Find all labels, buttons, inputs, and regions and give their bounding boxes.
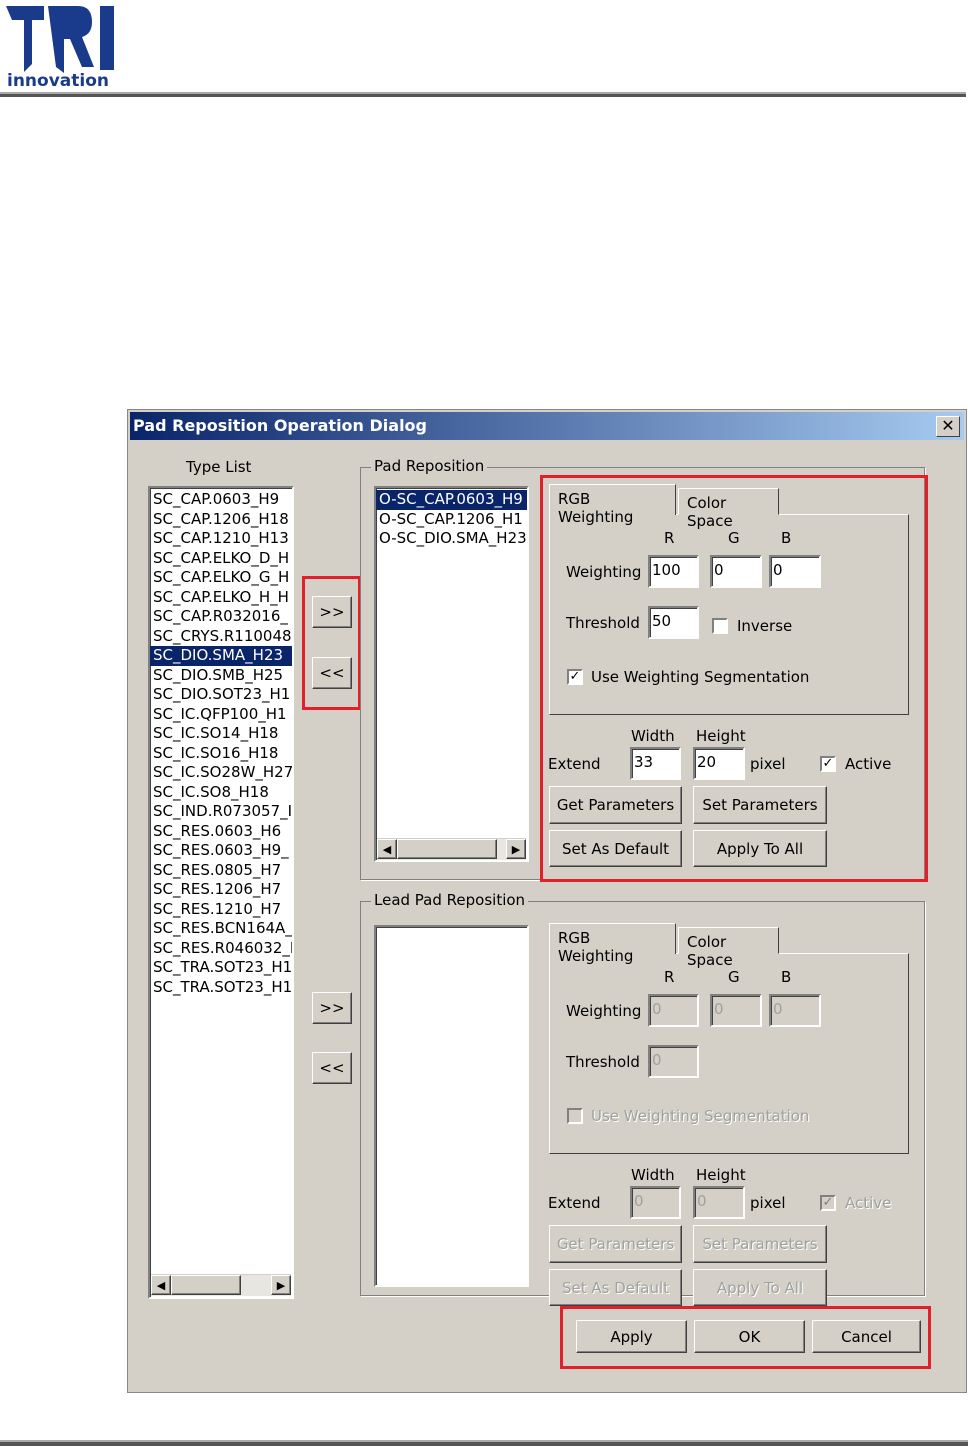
type-list-label: Type List xyxy=(186,458,252,476)
remove-lead-button[interactable]: << xyxy=(312,1052,352,1084)
tri-logo: innovation xyxy=(6,6,114,90)
pad-tab-rgb-weighting[interactable]: RGB Weighting xyxy=(549,484,676,526)
type-list-item[interactable]: SC_DIO.SOT23_H1 xyxy=(150,685,292,705)
type-list-hscrollbar[interactable]: ◀ ▶ xyxy=(151,1274,291,1296)
lead-use-weighting-segmentation-checkbox xyxy=(567,1108,583,1124)
lead-threshold-input: 0 xyxy=(648,1045,699,1078)
lead-extend-width-input: 0 xyxy=(630,1186,681,1219)
lead-set-parameters-button: Set Parameters xyxy=(693,1225,827,1263)
lead-tab-color-space[interactable]: Color Space xyxy=(678,927,779,969)
lead-width-label: Width xyxy=(631,1166,675,1184)
ok-button[interactable]: OK xyxy=(694,1320,805,1353)
pad-list[interactable]: O-SC_CAP.0603_H9 O-SC_CAP.1206_H1 O-SC_DIO… xyxy=(374,486,529,862)
scroll-left-icon[interactable]: ◀ xyxy=(151,1275,171,1295)
type-list-item[interactable]: SC_CAP.ELKO_G_H xyxy=(150,568,292,588)
lead-weight-b-input: 0 xyxy=(769,994,821,1027)
scroll-track[interactable] xyxy=(497,839,506,860)
scroll-right-icon[interactable]: ▶ xyxy=(271,1275,291,1295)
apply-button[interactable]: Apply xyxy=(576,1320,687,1353)
type-list-item[interactable]: SC_CAP.R032016_ xyxy=(150,607,292,627)
lead-weight-r-input: 0 xyxy=(648,994,699,1027)
type-list[interactable]: SC_CAP.0603_H9 SC_CAP.1206_H18 SC_CAP.1210… xyxy=(148,486,294,1299)
lead-threshold-label: Threshold xyxy=(566,1053,640,1071)
svg-text:innovation: innovation xyxy=(7,71,109,90)
type-list-item[interactable]: SC_RES.BCN164A_ xyxy=(150,919,292,939)
scroll-left-icon[interactable]: ◀ xyxy=(377,839,397,859)
lead-tab-rgb-weighting[interactable]: RGB Weighting xyxy=(549,923,676,965)
header-rule xyxy=(0,92,966,97)
add-lead-button[interactable]: >> xyxy=(312,992,352,1024)
pad-hscrollbar[interactable]: ◀ ▶ xyxy=(377,838,526,860)
type-list-item[interactable]: SC_CAP.0603_H9 xyxy=(150,490,292,510)
pad-list-item[interactable]: O-SC_CAP.1206_H1 xyxy=(376,510,527,530)
type-list-item[interactable]: SC_RES.1210_H7 xyxy=(150,900,292,920)
lead-height-label: Height xyxy=(696,1166,746,1184)
type-list-item[interactable]: SC_IC.SO28W_H27 xyxy=(150,763,292,783)
lead-set-as-default-button: Set As Default xyxy=(549,1269,682,1306)
type-list-item[interactable]: SC_IC.SO16_H18 xyxy=(150,744,292,764)
remove-pad-button[interactable]: << xyxy=(312,657,352,689)
type-list-item[interactable]: SC_RES.R046032_I xyxy=(150,939,292,959)
lead-list[interactable] xyxy=(374,925,529,1287)
type-list-item[interactable]: SC_RES.0603_H9_ xyxy=(150,841,292,861)
cancel-button[interactable]: Cancel xyxy=(812,1320,921,1353)
scroll-thumb[interactable] xyxy=(171,1275,241,1295)
type-list-item[interactable]: SC_IC.SO8_H18 xyxy=(150,783,292,803)
type-list-item[interactable]: SC_RES.0805_H7 xyxy=(150,861,292,881)
type-list-item[interactable]: SC_CAP.ELKO_H_H xyxy=(150,588,292,608)
type-list-item[interactable]: SC_CAP.1206_H18 xyxy=(150,510,292,530)
pad-list-item[interactable]: O-SC_DIO.SMA_H23 xyxy=(376,529,527,549)
type-list-item[interactable]: SC_RES.1206_H7 xyxy=(150,880,292,900)
type-list-item[interactable]: SC_CRYS.R110048 xyxy=(150,627,292,647)
dialog-title: Pad Reposition Operation Dialog xyxy=(130,412,964,440)
type-list-item[interactable]: SC_TRA.SOT23_H1 xyxy=(150,958,292,978)
lead-pixel-label: pixel xyxy=(750,1194,786,1212)
lead-get-parameters-button: Get Parameters xyxy=(549,1225,682,1263)
type-list-item[interactable]: SC_IC.QFP100_H1 xyxy=(150,705,292,725)
highlight-box xyxy=(540,475,928,882)
lead-active-label: Active xyxy=(845,1194,892,1212)
type-list-item[interactable]: SC_DIO.SMA_H23 xyxy=(150,646,292,666)
add-pad-button[interactable]: >> xyxy=(312,596,352,628)
scroll-right-icon[interactable]: ▶ xyxy=(506,839,526,859)
type-list-item[interactable]: SC_CAP.ELKO_D_H xyxy=(150,549,292,569)
lead-apply-to-all-button: Apply To All xyxy=(693,1269,827,1306)
lead-weight-g-input: 0 xyxy=(710,994,762,1027)
lead-extend-height-input: 0 xyxy=(693,1186,745,1219)
type-list-item[interactable]: SC_TRA.SOT23_H1 xyxy=(150,978,292,998)
pad-group-title: Pad Reposition xyxy=(371,457,488,475)
pad-list-item[interactable]: O-SC_CAP.0603_H9 xyxy=(376,490,527,510)
scroll-thumb[interactable] xyxy=(397,839,497,859)
footer-rule xyxy=(0,1440,968,1446)
lead-weighting-label: Weighting xyxy=(566,1002,642,1020)
type-list-item[interactable]: SC_CAP.1210_H13 xyxy=(150,529,292,549)
type-list-item[interactable]: SC_IND.R073057_I xyxy=(150,802,292,822)
lead-r-label: R xyxy=(664,968,675,986)
lead-group-title: Lead Pad Reposition xyxy=(371,891,529,909)
type-list-item[interactable]: SC_DIO.SMB_H25 xyxy=(150,666,292,686)
lead-extend-label: Extend xyxy=(548,1194,601,1212)
lead-active-checkbox: ✓ xyxy=(820,1195,836,1211)
lead-use-weighting-segmentation-label: Use Weighting Segmentation xyxy=(591,1107,810,1125)
close-button[interactable]: ✕ xyxy=(936,416,960,437)
type-list-item[interactable]: SC_RES.0603_H6 xyxy=(150,822,292,842)
type-list-item[interactable]: SC_IC.SO14_H18 xyxy=(150,724,292,744)
lead-g-label: G xyxy=(728,968,740,986)
lead-b-label: B xyxy=(781,968,792,986)
